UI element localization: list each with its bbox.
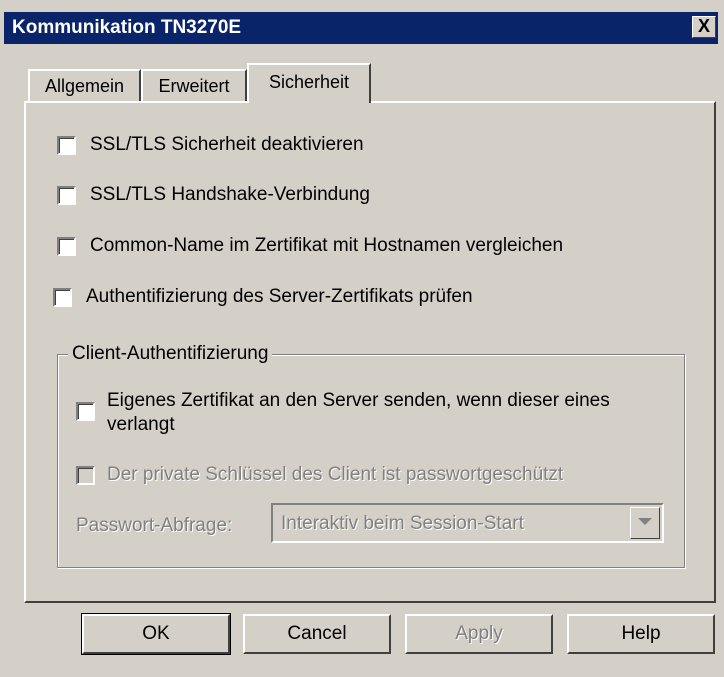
dropdown-button <box>630 507 660 539</box>
help-label: Help <box>621 623 661 644</box>
ssl-disable-option[interactable]: SSL/TLS Sicherheit deaktivieren <box>57 133 364 157</box>
tab-allgemein[interactable]: Allgemein <box>28 69 141 103</box>
tab-erweitert[interactable]: Erweitert <box>141 69 247 103</box>
dialog-window: Kommunikation TN3270E X Allgemein Erweit… <box>0 0 724 677</box>
cancel-button[interactable]: Cancel <box>243 614 391 654</box>
apply-button: Apply <box>405 614 553 654</box>
tab-label: Sicherheit <box>268 72 350 92</box>
help-button[interactable]: Help <box>567 614 715 654</box>
send-cert-option[interactable]: Eigenes Zertifikat an den Server senden,… <box>76 389 636 437</box>
ok-label: OK <box>142 623 170 644</box>
ssl-handshake-checkbox[interactable] <box>57 186 76 205</box>
common-name-option[interactable]: Common-Name im Zertifikat mit Hostnamen … <box>57 234 563 258</box>
tab-sicherheit[interactable]: Sicherheit <box>247 63 371 103</box>
close-icon: X <box>697 16 710 36</box>
server-auth-option[interactable]: Authentifizierung des Server-Zertifikats… <box>53 285 473 309</box>
private-key-checkbox <box>76 466 95 485</box>
ssl-disable-checkbox[interactable] <box>57 136 76 155</box>
tab-label: Erweitert <box>158 76 230 96</box>
private-key-option: Der private Schlüssel des Client ist pas… <box>76 463 563 487</box>
close-button[interactable]: X <box>692 16 716 38</box>
private-key-label: Der private Schlüssel des Client ist pas… <box>107 464 564 485</box>
tab-label: Allgemein <box>44 76 125 96</box>
server-auth-label: Authentifizierung des Server-Zertifikats… <box>86 286 473 307</box>
ok-button[interactable]: OK <box>81 613 231 655</box>
ssl-disable-label: SSL/TLS Sicherheit deaktivieren <box>90 134 364 155</box>
cancel-label: Cancel <box>287 623 347 644</box>
common-name-checkbox[interactable] <box>57 237 76 256</box>
ssl-handshake-option[interactable]: SSL/TLS Handshake-Verbindung <box>57 183 370 207</box>
common-name-label: Common-Name im Zertifikat mit Hostnamen … <box>90 235 564 256</box>
password-prompt-value: Interaktiv beim Session-Start <box>281 513 524 534</box>
title-bar: Kommunikation TN3270E X <box>4 12 718 44</box>
send-cert-label: Eigenes Zertifikat an den Server senden,… <box>107 390 610 435</box>
password-prompt-select: Interaktiv beim Session-Start <box>271 503 664 543</box>
password-prompt-label: Passwort-Abfrage: <box>76 515 233 536</box>
window-title: Kommunikation TN3270E <box>12 17 242 38</box>
chevron-down-icon <box>638 518 652 525</box>
send-cert-checkbox[interactable] <box>76 402 95 421</box>
apply-label: Apply <box>455 623 503 644</box>
server-auth-checkbox[interactable] <box>53 288 72 307</box>
client-auth-legend: Client-Authentifizierung <box>68 342 273 366</box>
ssl-handshake-label: SSL/TLS Handshake-Verbindung <box>90 184 370 205</box>
